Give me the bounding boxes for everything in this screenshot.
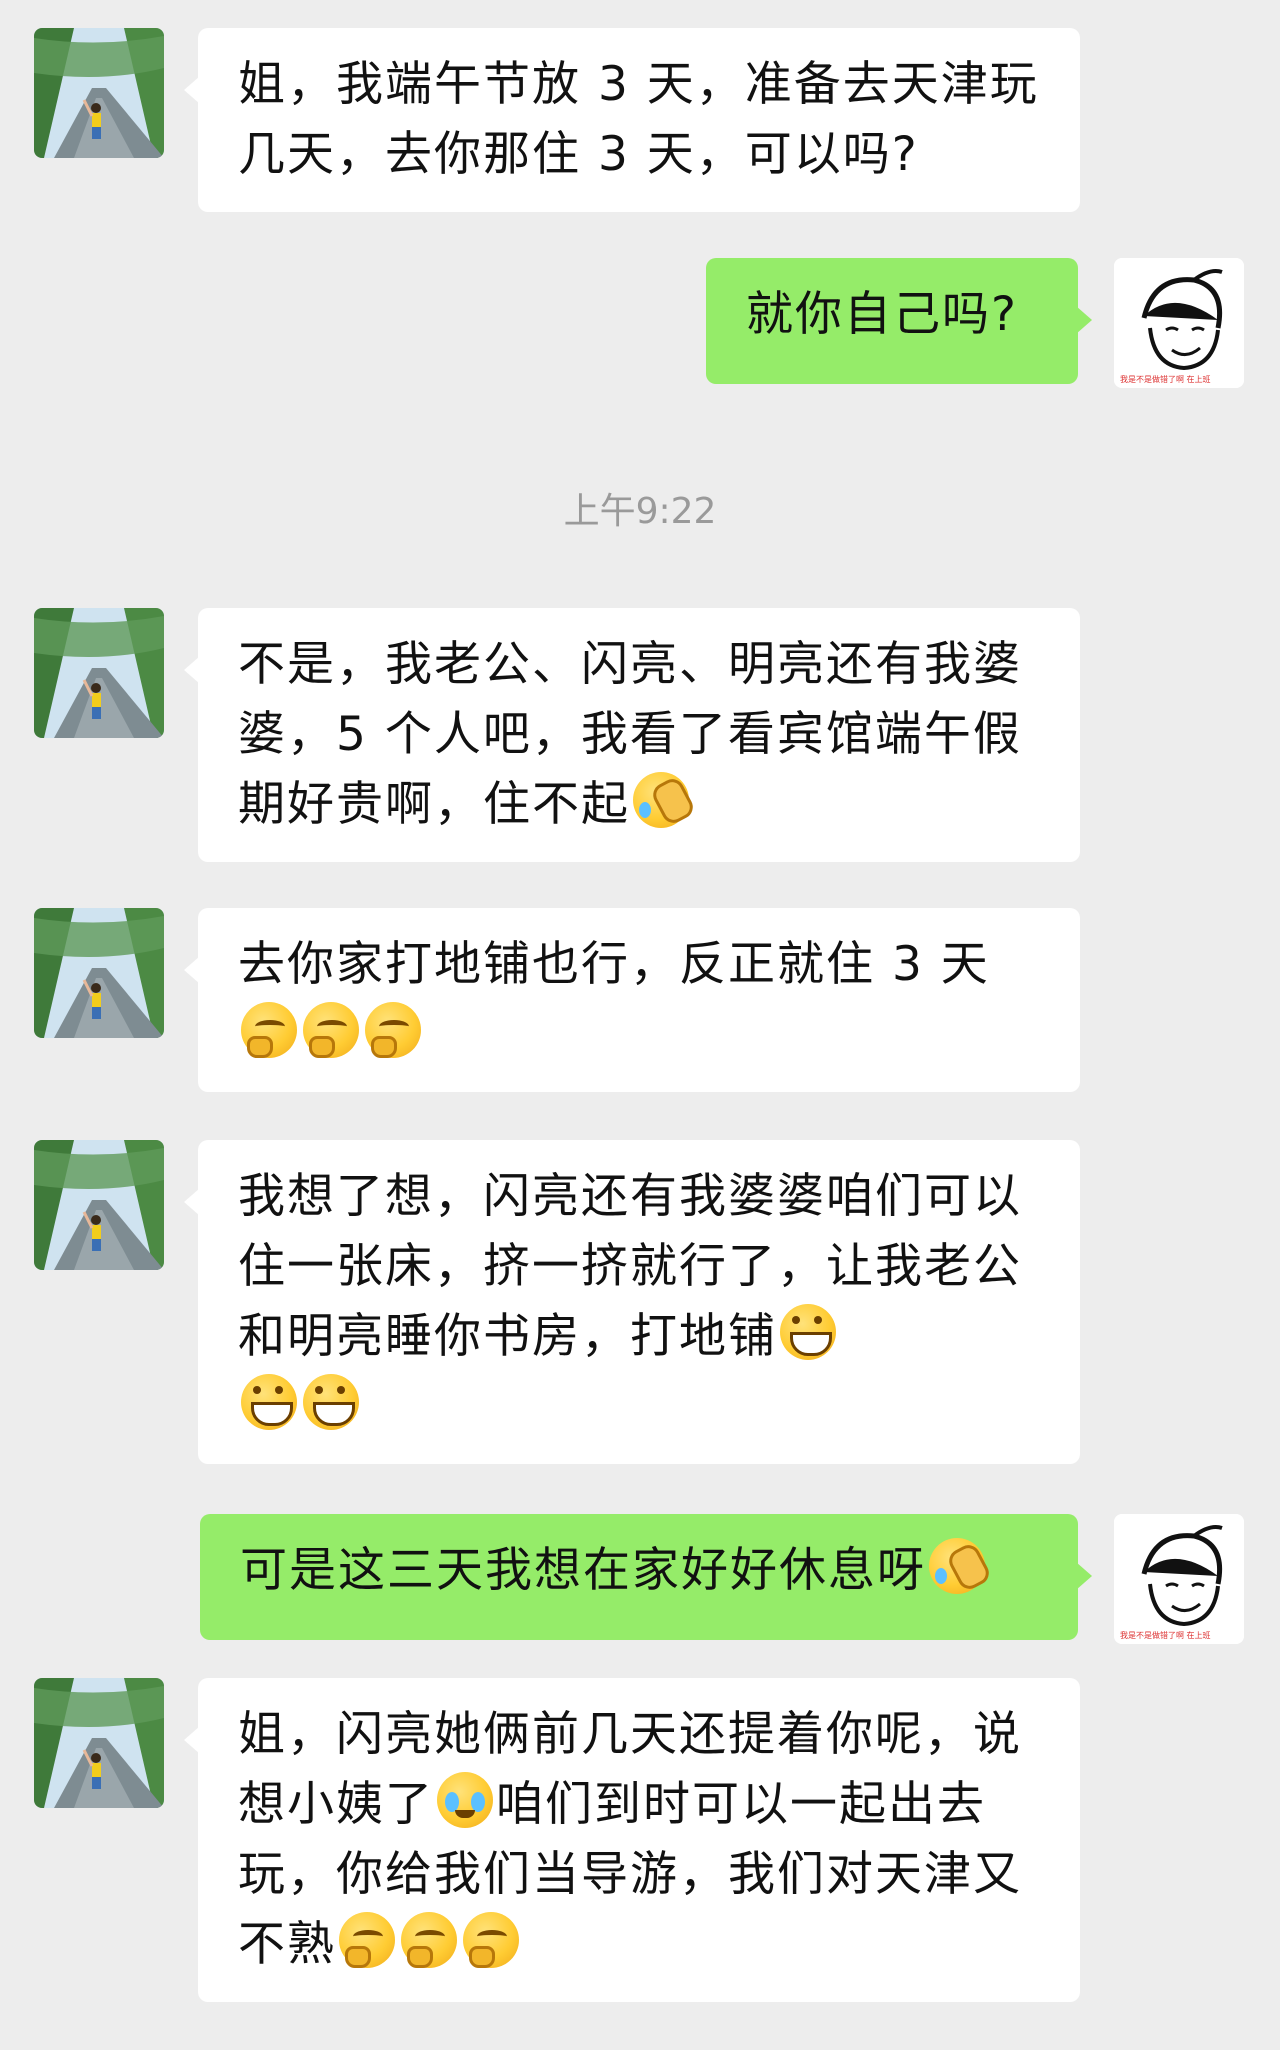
grin-emoji-icon	[241, 1374, 297, 1430]
message-text: 去你家打地铺也行，反正就住 3 天	[238, 937, 990, 992]
incoming-message-bubble[interactable]: 我想了想，闪亮还有我婆婆咱们可以住一张床，挤一挤就行了，让我老公和明亮睡你书房，…	[184, 1140, 1080, 1464]
landscape-girl-photo-icon	[34, 1678, 164, 1808]
outgoing-message-bubble[interactable]: 可是这三天我想在家好好休息呀	[200, 1514, 1092, 1640]
self-avatar-caption: 我是不是做错了啊 在上班	[1120, 374, 1211, 384]
chat-window: 姐，我端午节放 3 天，准备去天津玩几天，去你那住 3 天，可以吗? 就你自己吗…	[0, 0, 1280, 2050]
message-text: 我想了想，闪亮还有我婆婆咱们可以住一张床，挤一挤就行了，让我老公和明亮睡你书房，…	[238, 1169, 1022, 1364]
incoming-message-bubble[interactable]: 姐，闪亮她俩前几天还提着你呢，说想小姨了 咱们到时可以一起出去玩，你给我们当导游，…	[184, 1678, 1080, 2002]
message-text: 姐，我端午节放 3 天，准备去天津玩几天，去你那住 3 天，可以吗?	[238, 57, 1039, 182]
grin-emoji-icon	[303, 1374, 359, 1430]
grin-emoji-icon	[780, 1304, 836, 1360]
self-avatar[interactable]: 我是不是做错了啊 在上班	[1114, 1514, 1244, 1644]
thinking-emoji-icon	[241, 1002, 297, 1058]
thinking-emoji-icon	[463, 1912, 519, 1968]
message-text: 可是这三天我想在家好好休息呀	[240, 1543, 926, 1598]
message-timestamp: 上午9:22	[563, 491, 717, 532]
landscape-girl-photo-icon	[34, 908, 164, 1038]
tears-of-joy-emoji-icon	[437, 1772, 493, 1828]
thinking-emoji-icon	[401, 1912, 457, 1968]
thinking-emoji-icon	[303, 1002, 359, 1058]
incoming-message-bubble[interactable]: 姐，我端午节放 3 天，准备去天津玩几天，去你那住 3 天，可以吗?	[184, 28, 1080, 212]
facepalm-emoji-icon	[929, 1538, 985, 1594]
landscape-girl-photo-icon	[34, 28, 164, 158]
facepalm-emoji-icon	[633, 772, 689, 828]
outgoing-message-bubble[interactable]: 就你自己吗?	[706, 258, 1092, 384]
contact-avatar[interactable]	[34, 1140, 164, 1270]
landscape-girl-photo-icon	[34, 608, 164, 738]
thinking-emoji-icon	[365, 1002, 421, 1058]
self-avatar[interactable]: 我是不是做错了啊 在上班	[1114, 258, 1244, 388]
self-avatar-caption: 我是不是做错了啊 在上班	[1120, 1630, 1211, 1640]
incoming-message-bubble[interactable]: 不是，我老公、闪亮、明亮还有我婆婆，5 个人吧，我看了看宾馆端午假期好贵啊，住不…	[184, 608, 1080, 862]
contact-avatar[interactable]	[34, 908, 164, 1038]
contact-avatar[interactable]	[34, 28, 164, 158]
cartoon-girl-drawing-icon: 我是不是做错了啊 在上班	[1114, 1514, 1244, 1644]
thinking-emoji-icon	[339, 1912, 395, 1968]
incoming-message-bubble[interactable]: 去你家打地铺也行，反正就住 3 天	[184, 908, 1080, 1092]
cartoon-girl-drawing-icon: 我是不是做错了啊 在上班	[1114, 258, 1244, 388]
message-text: 不是，我老公、闪亮、明亮还有我婆婆，5 个人吧，我看了看宾馆端午假期好贵啊，住不…	[238, 637, 1022, 832]
landscape-girl-photo-icon	[34, 1140, 164, 1270]
contact-avatar[interactable]	[34, 608, 164, 738]
message-text: 就你自己吗?	[746, 287, 1018, 342]
contact-avatar[interactable]	[34, 1678, 164, 1808]
